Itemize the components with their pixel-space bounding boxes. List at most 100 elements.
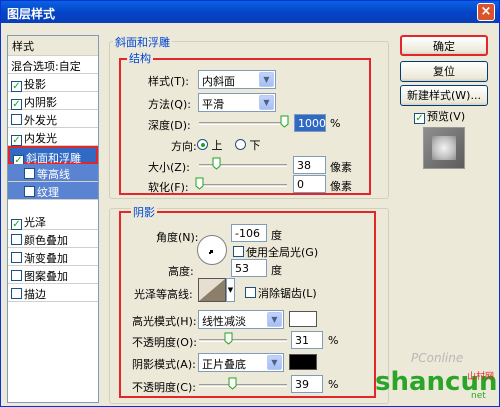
chevron-down-icon[interactable]: ▼: [259, 95, 274, 110]
checkbox-icon[interactable]: [233, 246, 244, 257]
style-item-contour[interactable]: 等高线: [8, 164, 98, 182]
styles-header[interactable]: 样式: [8, 36, 98, 56]
style-item-drop-shadow[interactable]: ✓ 投影: [8, 74, 98, 92]
style-value: 内斜面: [202, 75, 235, 88]
checkbox-icon[interactable]: ✓: [11, 219, 22, 230]
depth-slider[interactable]: [199, 122, 287, 125]
style-item-pattern-overlay[interactable]: 图案叠加: [8, 266, 98, 284]
ok-button[interactable]: 确定: [400, 35, 488, 56]
radio-on-icon[interactable]: [197, 139, 208, 150]
shadow-opacity-unit: %: [328, 378, 339, 391]
checkbox-icon[interactable]: [11, 252, 22, 263]
checkbox-icon[interactable]: [11, 114, 22, 125]
angle-unit: 度: [271, 229, 282, 242]
style-item-outer-glow[interactable]: 外发光: [8, 110, 98, 128]
style-item-label: 外发光: [24, 114, 57, 127]
shadow-mode-value: 正片叠底: [202, 358, 246, 371]
highlight-opacity-input[interactable]: 31: [291, 331, 323, 349]
shadow-opacity-slider[interactable]: [199, 384, 287, 387]
shancun-logo-net: net: [471, 391, 486, 401]
bevel-title: 斜面和浮雕: [113, 34, 172, 50]
direction-down-label: 下: [249, 139, 261, 152]
shadow-mode-select[interactable]: 正片叠底 ▼: [198, 353, 284, 372]
technique-select[interactable]: 平滑 ▼: [198, 93, 276, 112]
checkbox-icon[interactable]: ✓: [414, 113, 425, 124]
layer-style-dialog: 图层样式 × 样式 混合选项:自定 ✓ 投影 ✓ 内阴影 外发光 ✓ 内发光 ✓ 斜面和…: [0, 0, 500, 407]
style-item-texture[interactable]: 纹理: [8, 182, 98, 200]
style-item-label: 光泽: [24, 216, 46, 229]
style-select[interactable]: 内斜面 ▼: [198, 70, 276, 89]
preview-toggle[interactable]: ✓ 预览(V): [414, 108, 465, 124]
soften-input[interactable]: 0: [293, 175, 326, 193]
shadow-color-swatch[interactable]: [289, 354, 317, 370]
close-icon[interactable]: ×: [477, 3, 495, 21]
structure-title: 结构: [127, 50, 153, 66]
reset-button[interactable]: 复位: [400, 61, 488, 82]
highlight-opacity-slider-thumb[interactable]: [224, 332, 233, 345]
new-style-button[interactable]: 新建样式(W)...: [400, 85, 488, 106]
soften-unit: 像素: [330, 180, 352, 193]
highlight-opacity-slider[interactable]: [199, 339, 287, 342]
checkbox-icon[interactable]: ✓: [11, 81, 22, 92]
radio-off-icon[interactable]: [235, 139, 246, 150]
preview-label: 预览(V): [427, 110, 466, 123]
checkbox-icon[interactable]: [11, 288, 22, 299]
style-item-label: 内阴影: [24, 96, 57, 109]
style-item-bevel-emboss[interactable]: ✓ 斜面和浮雕: [8, 146, 98, 166]
gloss-contour-label: 光泽等高线:: [134, 288, 193, 301]
chevron-down-icon[interactable]: ▼: [267, 312, 282, 327]
highlight-mode-value: 线性减淡: [202, 315, 246, 328]
altitude-label: 高度:: [168, 265, 194, 278]
soften-slider[interactable]: [199, 184, 287, 187]
highlight-mode-select[interactable]: 线性减淡 ▼: [198, 310, 284, 329]
size-slider-thumb[interactable]: [212, 157, 221, 170]
checkbox-icon[interactable]: [24, 186, 35, 197]
style-item-inner-shadow[interactable]: ✓ 内阴影: [8, 92, 98, 110]
shadow-opacity-input[interactable]: 39: [291, 375, 323, 393]
chevron-down-icon[interactable]: ▼: [267, 355, 282, 370]
angle-label: 角度(N):: [156, 231, 199, 244]
anti-alias-checkbox[interactable]: 消除锯齿(L): [245, 285, 317, 301]
direction-down-radio[interactable]: 下: [235, 137, 261, 153]
checkbox-icon[interactable]: [11, 270, 22, 281]
direction-up-radio[interactable]: 上: [197, 137, 223, 153]
style-item-label: 投影: [24, 78, 46, 91]
angle-input[interactable]: -106: [231, 224, 267, 242]
highlight-opacity-unit: %: [328, 334, 339, 347]
style-item-label: 图案叠加: [24, 270, 68, 283]
angle-dial-pointer: [209, 252, 211, 254]
depth-slider-thumb[interactable]: [280, 115, 289, 128]
angle-dial[interactable]: [197, 235, 227, 265]
style-item-inner-glow[interactable]: ✓ 内发光: [8, 128, 98, 146]
style-item-label: 颜色叠加: [24, 234, 68, 247]
size-input[interactable]: 38: [293, 156, 326, 174]
gloss-contour-icon[interactable]: [198, 278, 226, 302]
window-title: 图层样式: [7, 7, 56, 21]
style-item-color-overlay[interactable]: 颜色叠加: [8, 230, 98, 248]
chevron-down-icon[interactable]: ▼: [226, 278, 235, 302]
chevron-down-icon[interactable]: ▼: [259, 72, 274, 87]
shading-title: 阴影: [131, 204, 157, 220]
checkbox-icon[interactable]: [11, 234, 22, 245]
soften-slider-thumb[interactable]: [195, 177, 204, 190]
checkbox-icon[interactable]: ✓: [11, 135, 22, 146]
altitude-input[interactable]: 53: [231, 259, 267, 277]
altitude-unit: 度: [271, 264, 282, 277]
checkbox-icon[interactable]: [24, 168, 35, 179]
global-light-checkbox[interactable]: 使用全局光(G): [233, 244, 318, 260]
highlight-color-swatch[interactable]: [289, 311, 317, 327]
checkbox-icon[interactable]: [245, 287, 256, 298]
shadow-opacity-slider-thumb[interactable]: [228, 377, 237, 390]
depth-input[interactable]: 1000: [294, 114, 326, 132]
style-item-satin[interactable]: ✓ 光泽: [8, 212, 98, 230]
style-item-stroke[interactable]: 描边: [8, 284, 98, 302]
blending-options-item[interactable]: 混合选项:自定: [8, 56, 98, 74]
highlight-mode-label: 高光模式(H):: [132, 315, 197, 328]
shadow-opacity-label: 不透明度(C):: [132, 381, 196, 394]
pconline-watermark: PConline: [411, 351, 464, 365]
style-item-gradient-overlay[interactable]: 渐变叠加: [8, 248, 98, 266]
preview-thumbnail: [423, 127, 465, 169]
global-light-label: 使用全局光(G): [246, 246, 319, 259]
shancun-logo-cn: 山村网: [467, 372, 495, 382]
checkbox-icon[interactable]: ✓: [11, 99, 22, 110]
